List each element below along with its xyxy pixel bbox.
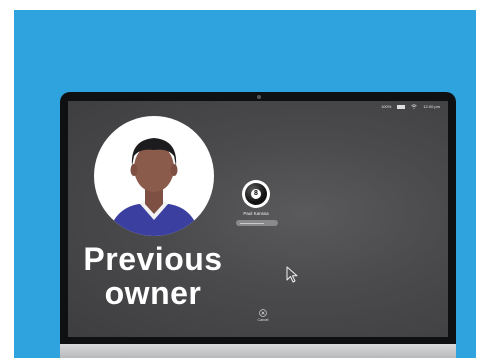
cancel-button[interactable]: Cancel [253,309,273,322]
person-illustration [108,138,200,236]
mouse-pointer-icon [286,266,298,283]
battery-text: 100% [381,104,392,109]
previous-owner-avatar [94,116,214,236]
clock-text: 12:00 pm [423,104,440,109]
eight-ball-icon: 8 [245,183,267,205]
monitor-chin [60,344,456,358]
illustration-background: 100% 12:00 pm 8 Paul Kanssa Cancel Previ… [14,10,476,358]
previous-owner-caption: Previous owner [78,242,228,310]
cancel-label: Cancel [257,318,269,322]
cancel-icon [259,309,267,317]
wifi-icon [411,104,418,109]
user-avatar[interactable]: 8 [242,180,270,208]
battery-icon [397,104,406,109]
password-input[interactable] [236,220,278,226]
user-name: Paul Kanssa [243,211,269,216]
camera-dot [257,95,261,99]
caption-line-2: owner [104,275,202,311]
status-bar: 100% 12:00 pm [381,104,440,109]
caption-line-1: Previous [83,241,223,277]
